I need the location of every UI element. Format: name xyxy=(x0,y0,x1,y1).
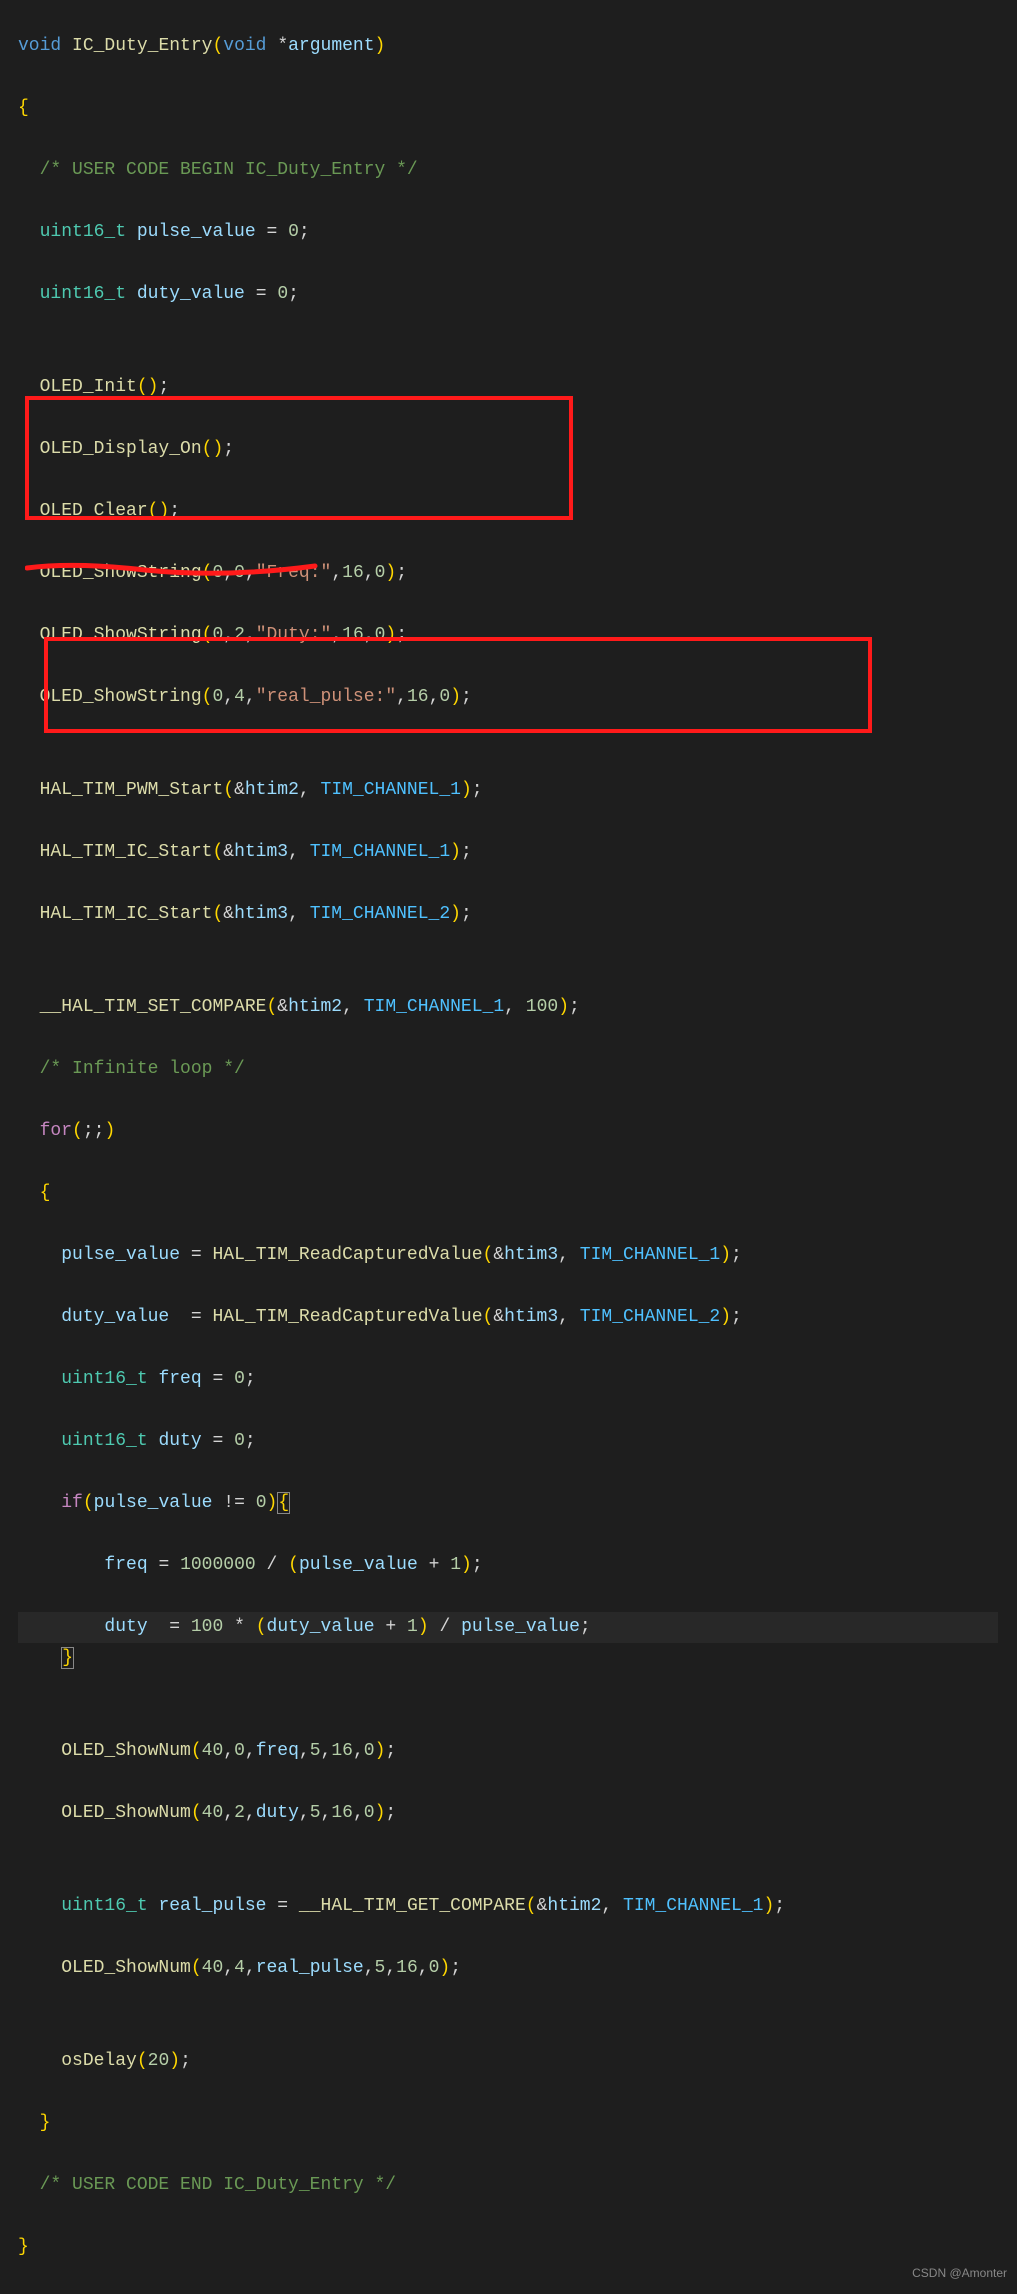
watermark: CSDN @Amonter xyxy=(912,2258,1007,2289)
code-editor: void IC_Duty_Entry(void *argument) { /* … xyxy=(0,0,1017,2294)
comment: /* USER CODE BEGIN IC_Duty_Entry */ xyxy=(40,160,418,180)
comment: /* Infinite loop */ xyxy=(40,1059,245,1079)
fn-name: IC_Duty_Entry xyxy=(72,36,212,56)
open-brace: { xyxy=(18,98,29,118)
comment: /* USER CODE END IC_Duty_Entry */ xyxy=(40,2175,396,2195)
keyword: void xyxy=(18,36,61,56)
